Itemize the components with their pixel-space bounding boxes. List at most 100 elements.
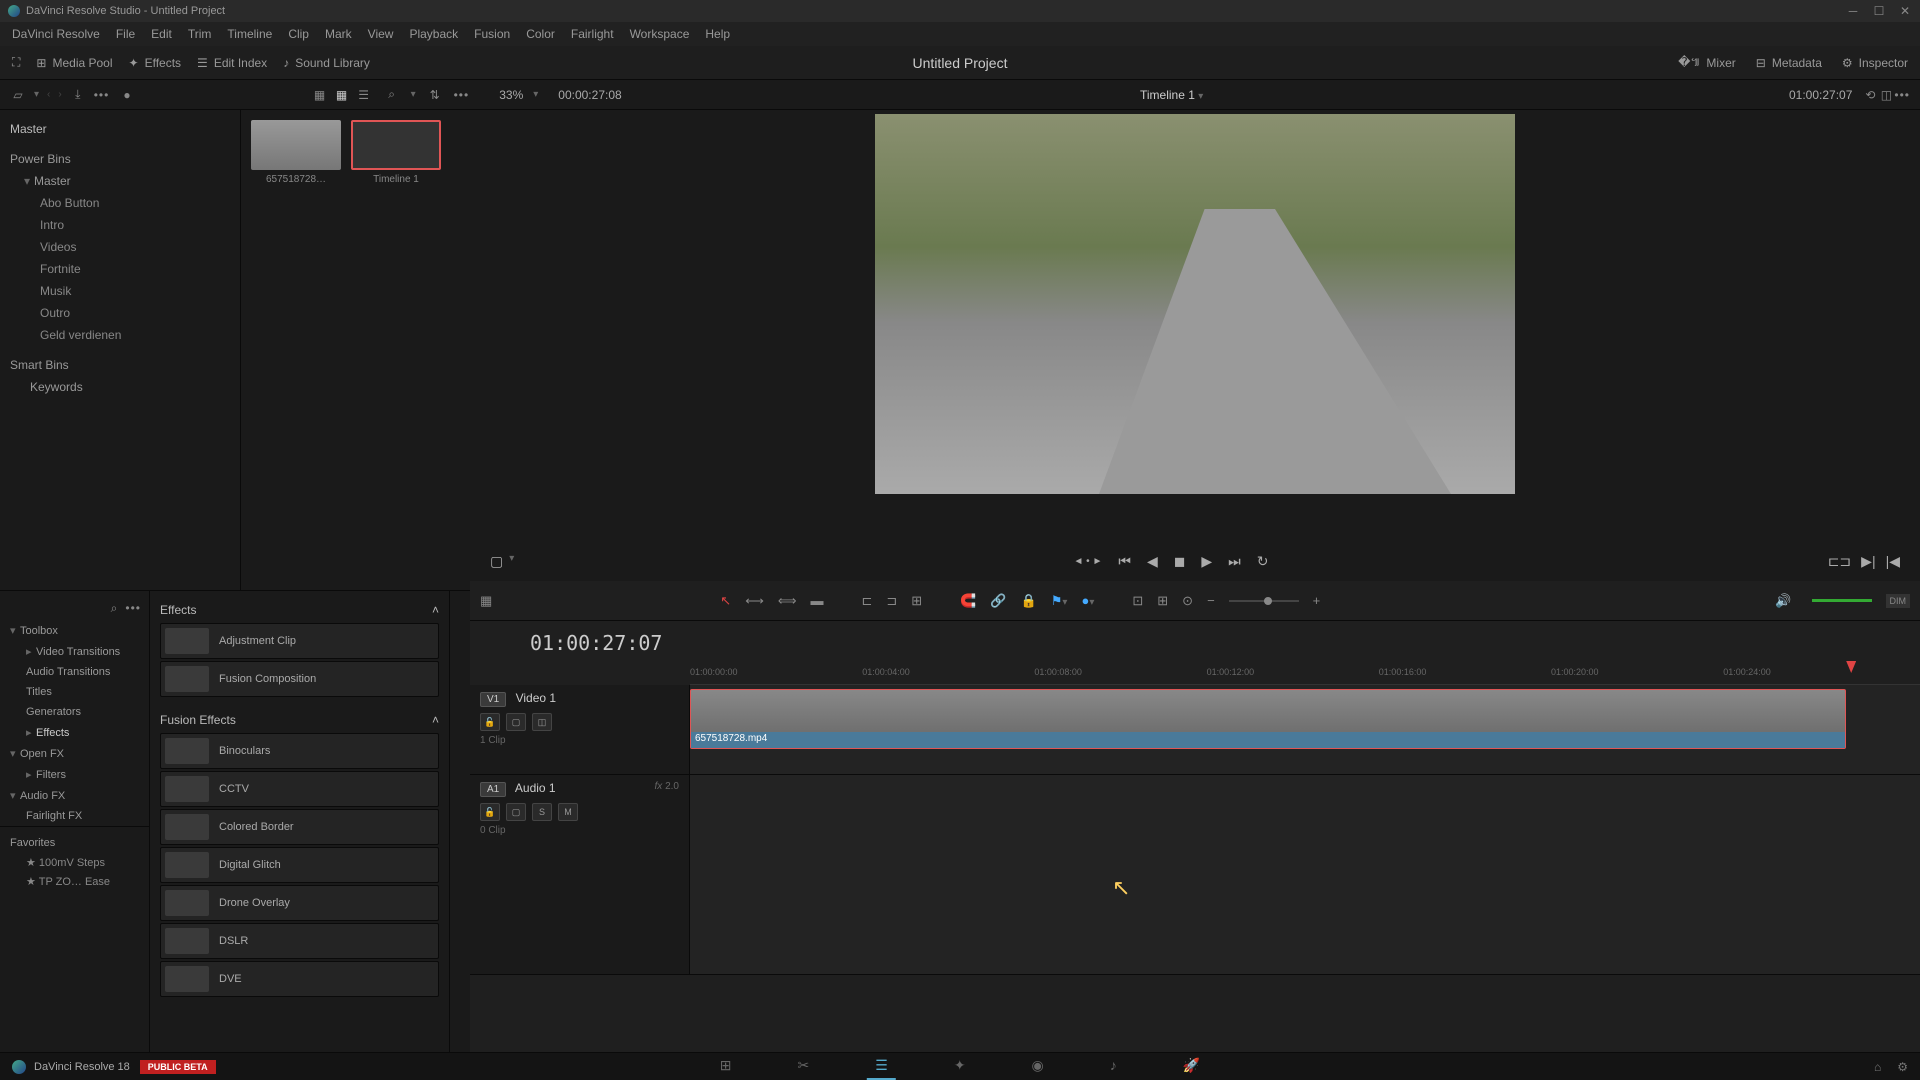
fairlight-fx-item[interactable]: Fairlight FX [0, 806, 149, 826]
snapping-icon[interactable]: 🧲 [960, 593, 976, 609]
zoom-detail-icon[interactable]: ⊞ [1157, 593, 1168, 609]
menu-fusion[interactable]: Fusion [466, 27, 518, 41]
deliver-page-tab[interactable]: 🚀 [1175, 1053, 1208, 1080]
mixer-button[interactable]: �៕Mixer [1678, 54, 1736, 72]
zoom-in-button[interactable]: + [1313, 593, 1321, 608]
dim-button[interactable]: DIM [1886, 594, 1911, 608]
link-icon[interactable]: 🔗 [990, 593, 1006, 609]
home-button[interactable]: ⌂ [1874, 1060, 1881, 1074]
auto-select-icon[interactable]: ▢ [506, 803, 526, 821]
titles-item[interactable]: Titles [0, 682, 149, 702]
mute-button[interactable]: M [558, 803, 578, 821]
zoom-chevron-icon[interactable]: ▾ [533, 89, 538, 100]
track-tag-a1[interactable]: A1 [480, 782, 506, 797]
metadata-view-icon[interactable]: ▦ [311, 86, 329, 104]
nav-back-icon[interactable]: ‹ [47, 89, 50, 100]
media-page-tab[interactable]: ⊞ [712, 1053, 740, 1080]
bin-item[interactable]: Videos [0, 236, 240, 258]
video-track-lane[interactable]: 657518728.mp4 [690, 685, 1920, 774]
filters-item[interactable]: ▸Filters [0, 764, 149, 785]
lock-icon[interactable]: 🔒 [1021, 593, 1037, 609]
effect-item[interactable]: Binoculars [160, 733, 439, 769]
video-transitions[interactable]: ▸Video Transitions [0, 641, 149, 662]
clip-options-icon[interactable]: ••• [454, 88, 470, 102]
master-bin[interactable]: Master [0, 118, 240, 140]
bin-item[interactable]: Abo Button [0, 192, 240, 214]
fairlight-page-tab[interactable]: ♪ [1102, 1053, 1125, 1080]
go-end-button[interactable]: ⏭ [1228, 553, 1241, 570]
fullscreen-button[interactable]: ⛶ [12, 55, 20, 70]
menu-workspace[interactable]: Workspace [622, 27, 698, 41]
solo-button[interactable]: S [532, 803, 552, 821]
effect-item[interactable]: CCTV [160, 771, 439, 807]
bin-item[interactable]: Geld verdienen [0, 324, 240, 346]
menu-playback[interactable]: Playback [401, 27, 466, 41]
media-pool-button[interactable]: ⊞Media Pool [36, 56, 112, 70]
more-options-icon[interactable]: ••• [94, 88, 110, 102]
selection-tool[interactable]: ↖ [720, 593, 731, 609]
dynamic-trim-tool[interactable]: ⟺ [778, 593, 797, 609]
nav-fwd-icon[interactable]: › [58, 89, 61, 100]
bin-item[interactable]: Musik [0, 280, 240, 302]
audio-track-header[interactable]: A1 Audio 1 fx 2.0 🔓 ▢ S M 0 Clip [470, 775, 690, 974]
effect-item[interactable]: DSLR [160, 923, 439, 959]
bin-view-icon[interactable]: ▱ [10, 87, 26, 103]
blade-tool[interactable]: ▬ [810, 593, 823, 608]
openfx-item[interactable]: ▾Open FX [0, 743, 149, 764]
volume-slider[interactable] [1812, 599, 1872, 602]
menu-edit[interactable]: Edit [143, 27, 180, 41]
effect-item[interactable]: DVE [160, 961, 439, 997]
lock-track-icon[interactable]: 🔓 [480, 713, 500, 731]
sort-icon[interactable]: ⇅ [426, 86, 444, 104]
inspector-button[interactable]: ⚙Inspector [1842, 54, 1908, 72]
toolbox-item[interactable]: ▾Toolbox [0, 620, 149, 641]
menu-view[interactable]: View [360, 27, 402, 41]
crop-icon[interactable]: ▢ [490, 553, 503, 570]
marker-icon[interactable]: ●▾ [1081, 593, 1094, 608]
prev-clip-icon[interactable]: |◀ [1886, 553, 1900, 570]
clip-thumbnail[interactable]: 657518728… [251, 120, 341, 580]
stop-button[interactable]: ◼ [1174, 553, 1186, 570]
bin-item[interactable]: Fortnite [0, 258, 240, 280]
smart-bins-header[interactable]: Smart Bins [0, 354, 240, 376]
next-clip-icon[interactable]: ▶| [1861, 553, 1875, 570]
video-clip[interactable]: 657518728.mp4 [690, 689, 1846, 749]
effect-item[interactable]: Colored Border [160, 809, 439, 845]
trim-tool[interactable]: ⟷ [745, 593, 764, 609]
fx-options-icon[interactable]: ••• [125, 601, 141, 616]
settings-button[interactable]: ⚙ [1897, 1060, 1908, 1074]
video-track-header[interactable]: V1 Video 1 🔓 ▢ ◫ 1 Clip [470, 685, 690, 774]
zoom-custom-icon[interactable]: ⊙ [1182, 593, 1193, 609]
playhead[interactable] [1846, 661, 1856, 673]
effects-item[interactable]: ▸Effects [0, 722, 149, 743]
power-bins-header[interactable]: Power Bins [0, 148, 240, 170]
zoom-fit-icon[interactable]: ⊡ [1132, 593, 1143, 609]
timeline-thumbnail[interactable]: Timeline 1 [351, 120, 441, 580]
minimize-button[interactable]: ─ [1846, 4, 1860, 18]
maximize-button[interactable]: ☐ [1872, 4, 1886, 18]
edit-index-button[interactable]: ☰Edit Index [197, 56, 267, 70]
cut-page-tab[interactable]: ✂ [790, 1053, 818, 1080]
generators-item[interactable]: Generators [0, 702, 149, 722]
menu-clip[interactable]: Clip [280, 27, 317, 41]
timeline-view-icon[interactable]: ▦ [480, 593, 492, 609]
metadata-button[interactable]: ⊟Metadata [1756, 54, 1822, 72]
import-icon[interactable]: ⤓ [70, 87, 86, 103]
fusion-page-tab[interactable]: ✦ [946, 1053, 974, 1080]
color-page-tab[interactable]: ◉ [1024, 1053, 1052, 1080]
search-icon[interactable]: ⌕ [383, 86, 401, 104]
search-chevron-icon[interactable]: ▾ [411, 89, 416, 100]
search-icon[interactable]: ⌕ [111, 601, 118, 616]
favorite-item[interactable]: ★ TP ZO… Ease [10, 872, 139, 891]
bin-item[interactable]: Intro [0, 214, 240, 236]
zoom-percent[interactable]: 33% [499, 88, 523, 102]
menu-davinci[interactable]: DaVinci Resolve [4, 27, 108, 41]
loop-button[interactable]: ↻ [1257, 553, 1269, 570]
effect-item[interactable]: Digital Glitch [160, 847, 439, 883]
menu-help[interactable]: Help [697, 27, 738, 41]
effect-item[interactable]: Adjustment Clip [160, 623, 439, 659]
crop-chevron-icon[interactable]: ▾ [509, 553, 514, 570]
step-back-button[interactable]: ◀ [1147, 553, 1158, 570]
audio-track-lane[interactable] [690, 775, 1920, 974]
match-frame-icon[interactable]: ⊏⊐ [1828, 553, 1851, 570]
